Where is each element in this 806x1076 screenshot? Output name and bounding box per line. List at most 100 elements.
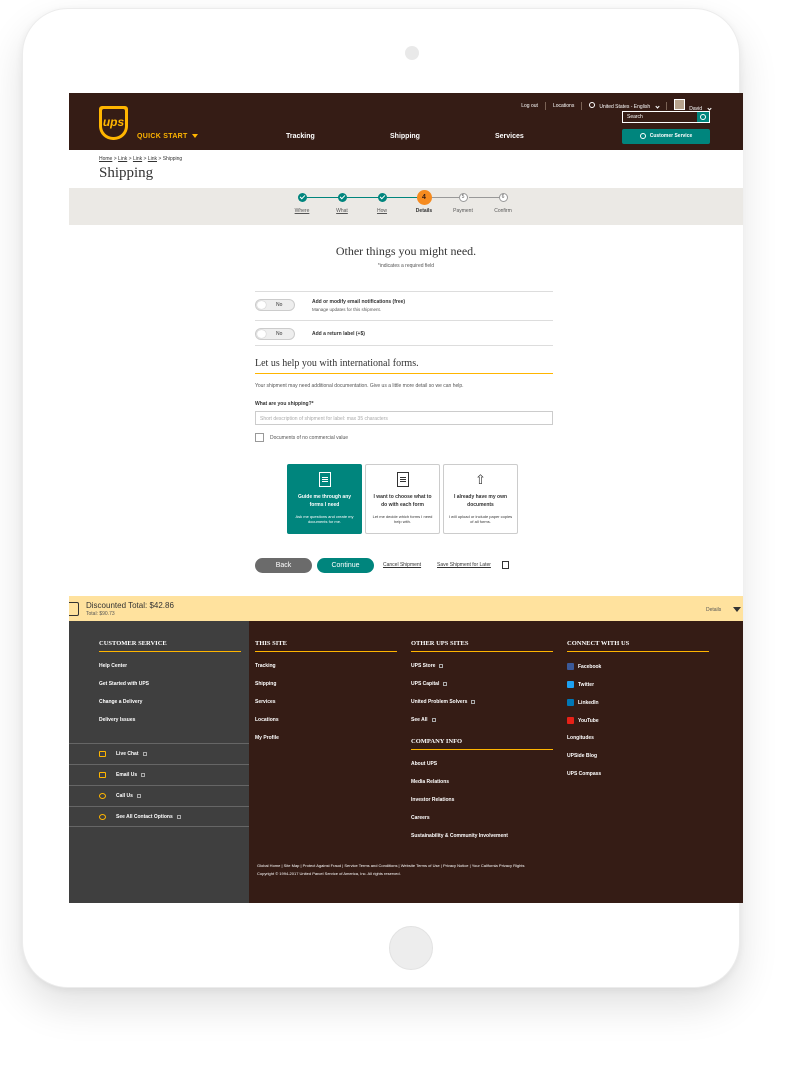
quick-start-menu[interactable]: QUICK START — [137, 133, 198, 140]
footer-link[interactable]: Get Started with UPS — [99, 681, 149, 687]
footer-link[interactable]: Change a Delivery — [99, 699, 142, 705]
copyright: Copyright © 1994-2017 United Parcel Serv… — [257, 871, 401, 876]
help-icon — [639, 132, 646, 139]
chat-icon — [99, 751, 106, 757]
linkedin-link[interactable]: LinkedIn — [567, 699, 599, 706]
footer-link[interactable]: Longitudes — [567, 735, 594, 741]
breadcrumb-link[interactable]: Link — [148, 156, 157, 162]
footer-link[interactable]: Services — [255, 699, 276, 705]
call-us-link[interactable]: Call Us — [69, 785, 249, 806]
footer-link[interactable]: See All — [411, 717, 436, 723]
step-how[interactable]: How — [362, 193, 402, 214]
footer-link[interactable]: Help Center — [99, 663, 127, 669]
external-link-icon — [142, 751, 147, 756]
caret-down-icon[interactable] — [733, 607, 741, 612]
external-link-icon — [136, 793, 141, 798]
site-header: ups QUICK START Tracking Shipping Servic… — [69, 93, 743, 150]
footer-link[interactable]: United Problem Solvers — [411, 699, 476, 705]
breadcrumb-link[interactable]: Link — [133, 156, 142, 162]
external-link-icon — [439, 663, 444, 668]
live-chat-link[interactable]: Live Chat — [69, 743, 249, 764]
footer-link[interactable]: UPS Store — [411, 663, 444, 669]
discounted-total: Discounted Total: $42.86 — [86, 601, 174, 610]
check-icon — [377, 193, 387, 202]
locations-link[interactable]: Locations — [553, 103, 574, 109]
footer-link[interactable]: Delivery Issues — [99, 717, 135, 723]
footer-link[interactable]: About UPS — [411, 761, 437, 767]
external-link-icon — [431, 717, 436, 722]
mail-icon — [99, 772, 106, 778]
email-notifications-toggle[interactable]: No — [255, 299, 295, 311]
facebook-link[interactable]: Facebook — [567, 663, 601, 670]
nav-tracking[interactable]: Tracking — [286, 133, 315, 140]
return-label-toggle[interactable]: No — [255, 328, 295, 340]
footer-link[interactable]: My Profile — [255, 735, 279, 741]
external-link-icon — [176, 814, 181, 819]
avatar — [674, 99, 686, 110]
section-heading: Other things you might need. — [335, 244, 477, 258]
twitter-link[interactable]: Twitter — [567, 681, 594, 688]
breadcrumb-link[interactable]: Link — [118, 156, 127, 162]
document-icon — [396, 472, 409, 487]
footer-link[interactable]: Tracking — [255, 663, 276, 669]
breadcrumb: Home > Link > Link > Link > Shipping — [99, 156, 183, 162]
footer-link[interactable]: Media Relations — [411, 779, 449, 785]
own-documents-card[interactable]: ⇧ I already have my own documents I will… — [443, 464, 518, 534]
phone-icon — [99, 793, 106, 799]
youtube-icon — [567, 717, 574, 724]
upload-icon: ⇧ — [475, 472, 486, 487]
save-icon[interactable] — [502, 561, 509, 569]
footer-link[interactable]: Careers — [411, 815, 430, 821]
footer-link[interactable]: Investor Relations — [411, 797, 454, 803]
search-icon[interactable] — [697, 112, 709, 122]
footer-customer-service: CUSTOMER SERVICE Help Center Get Started… — [69, 621, 249, 903]
cart-icon — [69, 602, 79, 616]
step-what[interactable]: What — [322, 193, 362, 214]
continue-button[interactable]: Continue — [317, 558, 374, 573]
globe-icon — [589, 101, 596, 108]
home-button[interactable] — [389, 926, 433, 970]
site-footer: CUSTOMER SERVICE Help Center Get Started… — [69, 621, 743, 903]
forms-heading: Let us help you with international forms… — [255, 358, 419, 369]
customer-service-button[interactable]: Customer Service — [622, 129, 710, 144]
footer-link[interactable]: Locations — [255, 717, 279, 723]
footer-link[interactable]: UPS Capital — [411, 681, 448, 687]
external-link-icon — [443, 681, 448, 686]
external-link-icon — [141, 772, 146, 777]
shipment-description-input[interactable]: Short description of shipment for label:… — [255, 411, 553, 425]
choose-forms-card[interactable]: I want to choose what to do with each fo… — [365, 464, 440, 534]
breadcrumb-home[interactable]: Home — [99, 156, 112, 162]
nav-services[interactable]: Services — [495, 133, 524, 140]
chevron-down-icon — [655, 103, 660, 109]
linkedin-icon — [567, 699, 574, 706]
chevron-down-icon — [707, 106, 712, 111]
footer-link[interactable]: Shipping — [255, 681, 276, 687]
email-us-link[interactable]: Email Us — [69, 764, 249, 785]
no-commercial-value-checkbox[interactable] — [255, 433, 264, 442]
youtube-link[interactable]: YouTube — [567, 717, 599, 724]
details-toggle[interactable]: Details — [706, 607, 721, 613]
save-for-later-link[interactable]: Save Shipment for Later — [437, 562, 491, 568]
footer-link[interactable]: UPS Compass — [567, 771, 601, 777]
progress-stepper: Where What How 4 Details 5 Payment 6 Confir… — [69, 188, 743, 225]
logout-link[interactable]: Log out — [521, 103, 538, 109]
legal-links: Global Home | Site Map | Protect Against… — [257, 863, 525, 876]
language-selector[interactable]: United States - English — [589, 101, 660, 110]
cancel-shipment-link[interactable]: Cancel Shipment — [383, 562, 421, 568]
step-where[interactable]: Where — [282, 193, 322, 214]
shipment-description-label: What are you shipping?* — [255, 401, 314, 407]
facebook-icon — [567, 663, 574, 670]
footer-link[interactable]: UPSide Blog — [567, 753, 597, 759]
nav-shipping[interactable]: Shipping — [390, 133, 420, 140]
ups-logo[interactable]: ups — [99, 106, 128, 140]
all-contact-options-link[interactable]: See All Contact Options — [69, 806, 249, 827]
back-button[interactable]: Back — [255, 558, 312, 573]
guide-me-card[interactable]: Guide me through any forms I need Ask me… — [287, 464, 362, 534]
footer-link[interactable]: Sustainability & Community Involvement — [411, 833, 508, 839]
search-input[interactable]: Search — [622, 111, 710, 123]
screen: ups QUICK START Tracking Shipping Servic… — [69, 93, 743, 903]
tablet-frame: ups QUICK START Tracking Shipping Servic… — [22, 8, 743, 988]
check-icon — [337, 193, 347, 202]
twitter-icon — [567, 681, 574, 688]
external-link-icon — [471, 699, 476, 704]
